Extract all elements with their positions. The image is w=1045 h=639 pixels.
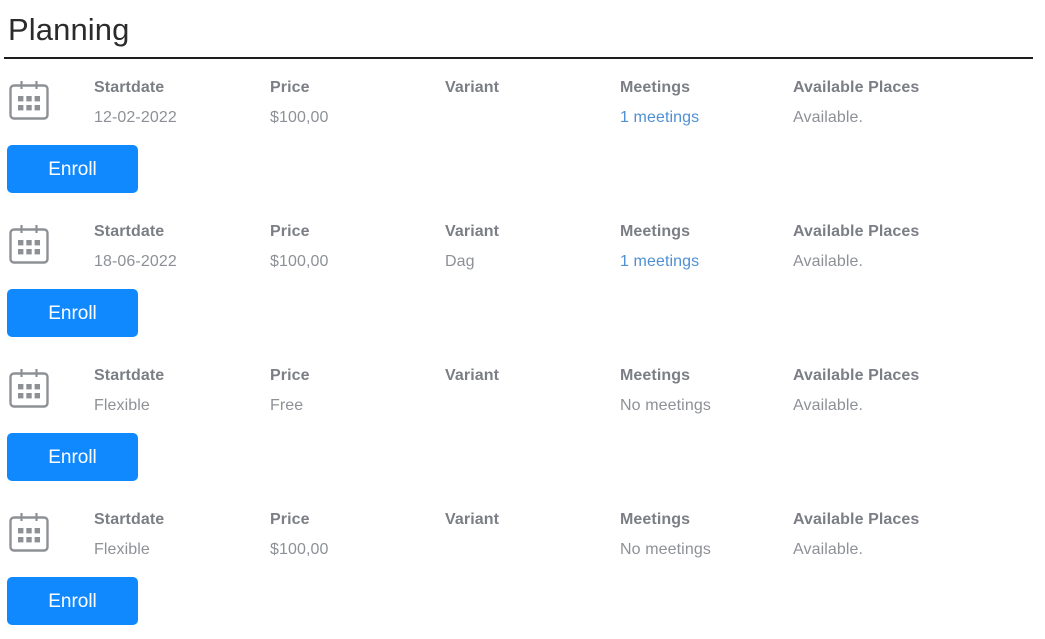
variant-label: Variant	[445, 367, 500, 384]
available-places-label: Available Places	[793, 79, 920, 96]
calendar-icon-cell	[0, 217, 94, 266]
planning-row-2: Startdate 18-06-2022 Price $100,00 Varia…	[0, 203, 1045, 347]
variant-column: Variant	[445, 361, 620, 421]
meetings-value: No meetings	[620, 397, 711, 414]
startdate-column: Startdate Flexible	[94, 505, 270, 565]
calendar-icon-cell	[0, 73, 94, 122]
price-value: $100,00	[270, 253, 329, 270]
planning-row-content: Startdate Flexible Price Free Variant Me…	[0, 347, 1045, 421]
planning-page: Planning Startdate 12-02-2022 Price $100…	[0, 0, 1045, 639]
calendar-icon	[9, 225, 49, 264]
meetings-column: Meetings 1 meetings	[620, 73, 793, 133]
planning-row-content: Startdate 18-06-2022 Price $100,00 Varia…	[0, 203, 1045, 277]
price-label: Price	[270, 367, 310, 384]
price-column: Price $100,00	[270, 73, 445, 133]
price-label: Price	[270, 79, 310, 96]
calendar-icon-cell	[0, 361, 94, 410]
meetings-label: Meetings	[620, 223, 691, 240]
available-places-label: Available Places	[793, 223, 920, 240]
price-value: $100,00	[270, 541, 329, 558]
planning-list: Startdate 12-02-2022 Price $100,00 Varia…	[0, 59, 1045, 635]
startdate-value: Flexible	[94, 397, 150, 414]
startdate-label: Startdate	[94, 367, 165, 384]
variant-column: Variant	[445, 73, 620, 133]
variant-value	[445, 535, 610, 565]
price-value: $100,00	[270, 109, 329, 126]
variant-column: Variant Dag	[445, 217, 620, 277]
planning-row-content: Startdate 12-02-2022 Price $100,00 Varia…	[0, 59, 1045, 133]
available-places-column: Available Places Available.	[793, 217, 933, 277]
available-places-value: Available.	[793, 109, 864, 126]
startdate-column: Startdate Flexible	[94, 361, 270, 421]
available-places-column: Available Places Available.	[793, 505, 933, 565]
calendar-icon	[9, 369, 49, 408]
startdate-column: Startdate 18-06-2022	[94, 217, 270, 277]
variant-label: Variant	[445, 223, 500, 240]
price-column: Price $100,00	[270, 217, 445, 277]
enroll-button-wrap: Enroll	[0, 565, 1045, 635]
variant-label: Variant	[445, 511, 500, 528]
enroll-button[interactable]: Enroll	[7, 577, 138, 625]
calendar-icon-cell	[0, 505, 94, 554]
available-places-label: Available Places	[793, 367, 920, 384]
enroll-button-wrap: Enroll	[0, 277, 1045, 347]
meetings-column: Meetings No meetings	[620, 505, 793, 565]
startdate-label: Startdate	[94, 511, 165, 528]
planning-row-3: Startdate Flexible Price Free Variant Me…	[0, 347, 1045, 491]
meetings-label: Meetings	[620, 367, 691, 384]
startdate-value: 12-02-2022	[94, 109, 177, 126]
enroll-button-wrap: Enroll	[0, 421, 1045, 491]
meetings-value: No meetings	[620, 541, 711, 558]
planning-row-1: Startdate 12-02-2022 Price $100,00 Varia…	[0, 59, 1045, 203]
available-places-value: Available.	[793, 253, 864, 270]
price-label: Price	[270, 511, 310, 528]
enroll-button-wrap: Enroll	[0, 133, 1045, 203]
variant-value	[445, 391, 610, 421]
available-places-value: Available.	[793, 397, 864, 414]
enroll-button[interactable]: Enroll	[7, 145, 138, 193]
available-places-column: Available Places Available.	[793, 361, 933, 421]
available-places-value: Available.	[793, 541, 864, 558]
meetings-value[interactable]: 1 meetings	[620, 247, 783, 277]
variant-value: Dag	[445, 253, 475, 270]
variant-value	[445, 103, 610, 133]
startdate-column: Startdate 12-02-2022	[94, 73, 270, 133]
startdate-value: Flexible	[94, 541, 150, 558]
meetings-label: Meetings	[620, 79, 691, 96]
meetings-column: Meetings No meetings	[620, 361, 793, 421]
price-column: Price Free	[270, 361, 445, 421]
variant-column: Variant	[445, 505, 620, 565]
price-column: Price $100,00	[270, 505, 445, 565]
variant-label: Variant	[445, 79, 500, 96]
meetings-value[interactable]: 1 meetings	[620, 103, 783, 133]
planning-row-content: Startdate Flexible Price $100,00 Variant…	[0, 491, 1045, 565]
meetings-label: Meetings	[620, 511, 691, 528]
price-label: Price	[270, 223, 310, 240]
calendar-icon	[9, 513, 49, 552]
calendar-icon	[9, 81, 49, 120]
enroll-button[interactable]: Enroll	[7, 433, 138, 481]
meetings-column: Meetings 1 meetings	[620, 217, 793, 277]
startdate-label: Startdate	[94, 223, 165, 240]
available-places-label: Available Places	[793, 511, 920, 528]
available-places-column: Available Places Available.	[793, 73, 933, 133]
price-value: Free	[270, 397, 304, 414]
page-title: Planning	[8, 12, 130, 47]
planning-row-4: Startdate Flexible Price $100,00 Variant…	[0, 491, 1045, 635]
startdate-label: Startdate	[94, 79, 165, 96]
startdate-value: 18-06-2022	[94, 253, 177, 270]
enroll-button[interactable]: Enroll	[7, 289, 138, 337]
